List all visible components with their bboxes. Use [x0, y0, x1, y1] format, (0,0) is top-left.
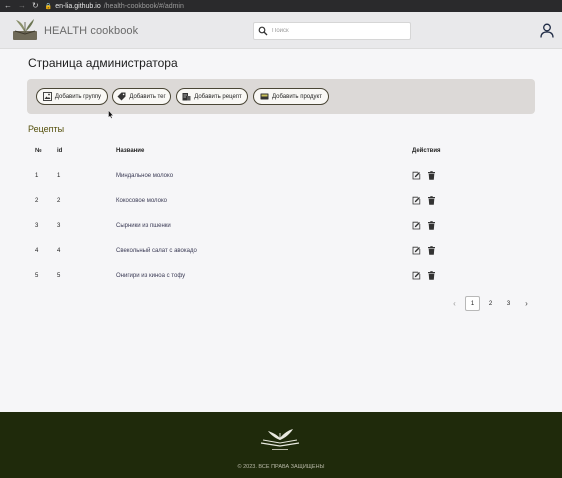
brand-name[interactable]: HEALTH cookbook — [44, 25, 138, 37]
add-product-button[interactable]: Добавить продукт — [253, 88, 329, 105]
table-row: 3 3 Сырники из пшенки — [28, 220, 448, 232]
add-tag-label: Добавить тег — [129, 93, 166, 100]
forward-button[interactable]: → — [18, 0, 26, 12]
delete-icon[interactable] — [427, 221, 436, 230]
tag-icon — [117, 92, 126, 101]
edit-icon[interactable] — [412, 271, 421, 280]
page-title: Страница администратора — [28, 56, 178, 70]
row-number: 5 — [35, 273, 39, 279]
table-row: 4 4 Свекольный салат с авокадо — [28, 245, 448, 257]
edit-icon[interactable] — [412, 171, 421, 180]
recipes-section-title: Рецепты — [28, 124, 65, 134]
edit-icon[interactable] — [412, 196, 421, 205]
mouse-cursor-icon — [108, 110, 114, 119]
row-name[interactable]: Онигири из киноа с тофу — [116, 270, 185, 282]
browser-toolbar: ← → ↻ 🔒 en-lia.github.io/health-cookbook… — [0, 0, 562, 12]
pagination-prev-button[interactable]: ‹ — [447, 296, 462, 311]
row-id: 4 — [57, 248, 61, 254]
row-id: 2 — [57, 198, 61, 204]
footer: © 2023. ВСЕ ПРАВА ЗАЩИЩЕНЫ — [0, 412, 562, 478]
column-header-id: id — [57, 148, 63, 154]
pagination-page-2[interactable]: 2 — [483, 296, 498, 311]
recipe-icon — [182, 93, 191, 101]
row-number: 1 — [35, 173, 39, 179]
pagination-next-button[interactable]: › — [519, 296, 534, 311]
row-id: 3 — [57, 223, 61, 229]
search-input[interactable] — [272, 28, 402, 34]
search-icon — [258, 26, 268, 36]
product-icon — [260, 93, 269, 100]
row-number: 3 — [35, 223, 39, 229]
copyright-text: © 2023. ВСЕ ПРАВА ЗАЩИЩЕНЫ — [237, 464, 325, 470]
reload-button[interactable]: ↻ — [32, 0, 39, 12]
lock-icon: 🔒 — [44, 3, 53, 10]
row-number: 2 — [35, 198, 39, 204]
row-name[interactable]: Кокосовое молоко — [116, 195, 167, 207]
row-name[interactable]: Миндальное молоко — [116, 170, 173, 182]
table-row: 2 2 Кокосовое молоко — [28, 195, 448, 207]
table-row: 5 5 Онигири из киноа с тофу — [28, 270, 448, 282]
logo-icon[interactable] — [12, 17, 38, 43]
add-group-label: Добавить группу — [54, 93, 102, 100]
add-tag-button[interactable]: Добавить тег — [112, 88, 171, 105]
column-header-actions: Действия — [412, 148, 441, 154]
add-recipe-label: Добавить рецепт — [194, 93, 242, 100]
pagination-page-1[interactable]: 1 — [465, 296, 480, 311]
address-bar[interactable]: 🔒 en-lia.github.io/health-cookbook/#/adm… — [45, 3, 184, 10]
column-header-name: Название — [116, 148, 145, 154]
delete-icon[interactable] — [427, 271, 436, 280]
pagination-page-3[interactable]: 3 — [501, 296, 516, 311]
row-name[interactable]: Свекольный салат с авокадо — [116, 245, 197, 257]
row-name[interactable]: Сырники из пшенки — [116, 220, 171, 232]
table-row: 1 1 Миндальное молоко — [28, 170, 448, 182]
add-product-label: Добавить продукт — [272, 93, 322, 100]
row-number: 4 — [35, 248, 39, 254]
url-path: /health-cookbook/#/admin — [103, 2, 184, 10]
delete-icon[interactable] — [427, 196, 436, 205]
add-group-button[interactable]: Добавить группу — [36, 88, 108, 105]
edit-icon[interactable] — [412, 246, 421, 255]
admin-actions-panel: Добавить группу Добавить тег Добавить ре… — [27, 79, 535, 114]
search-box[interactable] — [253, 22, 411, 40]
footer-logo-icon — [260, 429, 300, 450]
column-header-number: № — [35, 148, 42, 154]
user-icon[interactable] — [540, 23, 554, 38]
delete-icon[interactable] — [427, 171, 436, 180]
back-button[interactable]: ← — [4, 0, 12, 12]
add-recipe-button[interactable]: Добавить рецепт — [176, 88, 248, 105]
delete-icon[interactable] — [427, 246, 436, 255]
edit-icon[interactable] — [412, 221, 421, 230]
url-host: en-lia.github.io — [55, 2, 101, 10]
image-add-icon — [42, 92, 52, 101]
row-id: 1 — [57, 173, 61, 179]
app-header: HEALTH cookbook — [0, 12, 562, 49]
row-id: 5 — [57, 273, 61, 279]
